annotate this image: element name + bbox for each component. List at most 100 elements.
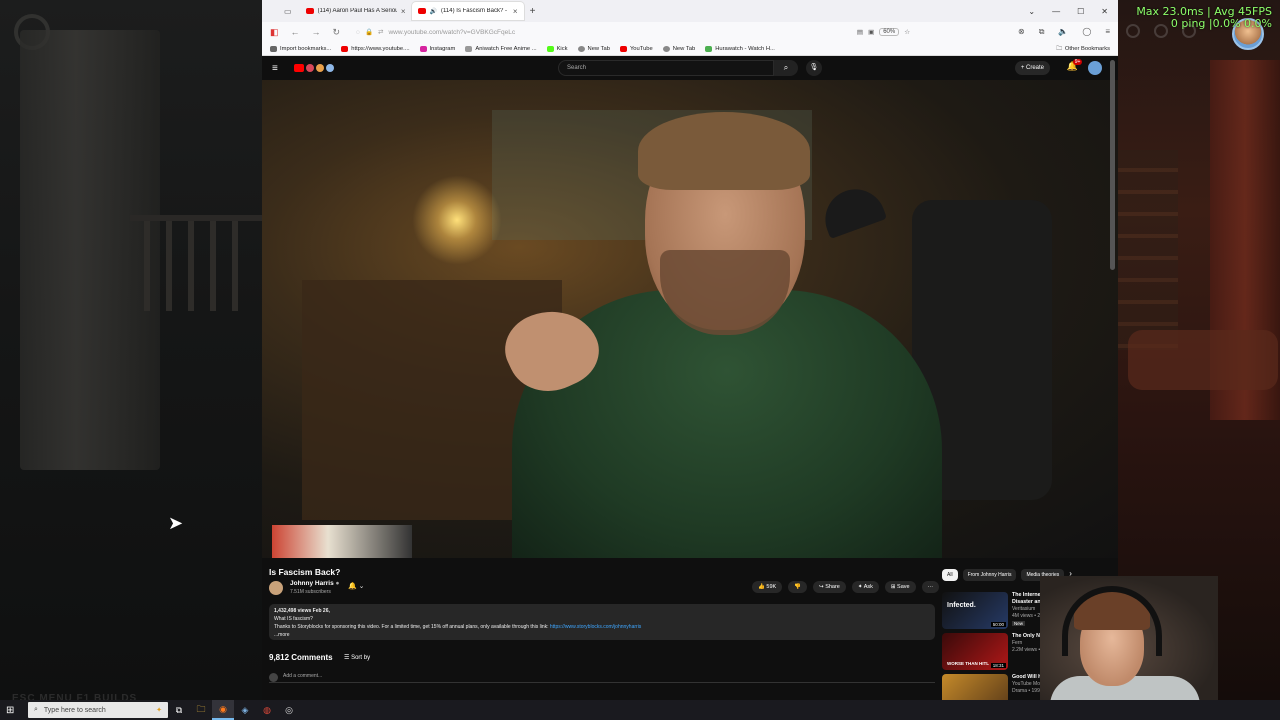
search-input[interactable]: Search: [558, 60, 774, 76]
add-comment-field[interactable]: Add a comment...: [269, 673, 935, 683]
bookmark-youtube-url[interactable]: https://www.youtube....: [341, 45, 410, 52]
video-title: Is Fascism Back?: [269, 567, 341, 577]
channel-avatar[interactable]: [269, 581, 283, 595]
app-menu-icon[interactable]: ≡: [1105, 27, 1110, 37]
tab-close-icon[interactable]: ×: [401, 7, 406, 16]
bookmark-star-icon[interactable]: ☆: [904, 28, 910, 36]
create-button[interactable]: + Create: [1014, 61, 1050, 75]
tab-title: (114) Is Fascism Back? - You: [441, 8, 509, 14]
voice-search-button[interactable]: 🎙: [806, 60, 822, 76]
comment-count: 9,812 Comments: [269, 653, 333, 662]
back-icon[interactable]: ←: [291, 27, 300, 38]
account-avatar[interactable]: [1088, 61, 1102, 75]
other-bookmarks[interactable]: 🗀 Other Bookmarks: [1056, 44, 1110, 54]
new-tab-button[interactable]: +: [530, 6, 536, 17]
task-view-icon[interactable]: ⧉: [168, 700, 190, 720]
lock-icon[interactable]: 🔒: [365, 28, 373, 36]
bookmark-new-tab-2[interactable]: New Tab: [662, 45, 695, 52]
windows-start-icon[interactable]: ⊞: [6, 705, 28, 716]
volume-icon[interactable]: 🔈: [1058, 27, 1068, 37]
reload-icon[interactable]: ↻: [333, 27, 341, 38]
hamburger-menu-icon[interactable]: ≡: [272, 63, 286, 74]
list-all-tabs-icon[interactable]: ⌄: [1028, 7, 1035, 16]
bookmarks-bar: Import bookmarks... https://www.youtube.…: [262, 42, 1118, 56]
bookmark-youtube[interactable]: YouTube: [619, 45, 653, 52]
chip-from-channel[interactable]: From Johnny Harris: [962, 569, 1017, 581]
bookmark-hurawatch[interactable]: Hurawatch - Watch H...: [705, 45, 775, 52]
search-button[interactable]: ⌕: [774, 60, 798, 76]
minimize-button[interactable]: —: [1052, 7, 1060, 16]
notification-badge: 9+: [1072, 59, 1083, 65]
like-button[interactable]: 👍 59K: [752, 581, 783, 593]
stair-railing: [130, 215, 262, 325]
lamp-glow: [412, 175, 502, 265]
file-explorer-icon[interactable]: 🗀: [190, 700, 212, 720]
reader-icon[interactable]: ▤: [857, 28, 863, 36]
adblock-icon[interactable]: ⊗: [1018, 27, 1025, 37]
verified-icon: ●: [335, 580, 340, 587]
presenter-hair: [638, 112, 810, 190]
close-window-button[interactable]: ✕: [1101, 7, 1108, 16]
sidebar-icon[interactable]: ◧: [270, 27, 279, 38]
youtube-favicon-icon: [305, 8, 314, 14]
obs-icon[interactable]: ◎: [278, 700, 300, 720]
share-button[interactable]: ↪ Share: [813, 581, 846, 593]
address-bar-row: ◧ ← → ↻ ◌ 🔒 ⇄ www.youtube.com/watch?v=GV…: [262, 22, 1118, 42]
search-icon: ⌕: [783, 63, 789, 72]
bookmark-instagram[interactable]: Instagram: [419, 45, 455, 52]
thumbs-up-icon: 👍: [758, 584, 765, 590]
extensions-icon[interactable]: ⧉: [1039, 27, 1045, 37]
tab-overview-icon[interactable]: ▭: [284, 7, 292, 16]
video-thumbnail[interactable]: WORSE THAN HITL 18:31: [942, 633, 1008, 670]
sparkle-icon: ✦: [857, 584, 863, 590]
forward-icon[interactable]: →: [312, 27, 321, 38]
bookmark-import[interactable]: Import bookmarks...: [270, 45, 331, 52]
zoom-level[interactable]: 60%: [879, 28, 900, 36]
windows-taskbar: ⊞ ⌕ Type here to search ✦ ⧉ 🗀 ◉ ◈ ◍ ◎: [0, 700, 1280, 720]
speaker-icon[interactable]: 🔊: [430, 8, 437, 15]
dislike-button[interactable]: 👎: [788, 581, 808, 593]
video-player[interactable]: [262, 80, 1118, 558]
microphone-icon: 🎙: [809, 64, 819, 71]
video-thumbnail[interactable]: Infected. 50:00: [942, 592, 1008, 629]
youtube-logo[interactable]: [294, 64, 334, 72]
notifications-button[interactable]: 🔔 9+: [1067, 59, 1083, 72]
sponsor-link[interactable]: https://www.storyblocks.com/johnnyharris: [550, 624, 641, 630]
bookshelf: [1118, 150, 1178, 350]
bookmark-aniwatch[interactable]: Aniwatch Free Anime ...: [465, 45, 537, 52]
presenter: [494, 112, 942, 558]
chevron-down-icon: ⌄: [358, 583, 365, 590]
bookmark-new-tab[interactable]: New Tab: [577, 45, 610, 52]
share-icon: ↪: [819, 584, 824, 590]
bookmark-kick[interactable]: Kick: [546, 45, 568, 52]
show-more-link[interactable]: ...more: [274, 631, 930, 639]
save-button[interactable]: ⊞ Save: [884, 581, 916, 593]
ask-button[interactable]: ✦ Ask: [851, 581, 879, 593]
chrome-icon[interactable]: ◍: [256, 700, 278, 720]
webcam-overlay: [1040, 576, 1218, 706]
profile-icon[interactable]: ◯: [1082, 27, 1091, 37]
subscription-bell-button[interactable]: 🔔 ⌄: [348, 582, 372, 594]
screenshot-icon[interactable]: ▣: [868, 28, 874, 36]
youtube-header: ≡ Search ⌕ 🎙 + Create 🔔 9+: [262, 56, 1118, 80]
tab-bar: ▭ (114) Aaron Paul Has A Serious × 🔊 (11…: [262, 0, 1118, 22]
youtube-favicon-icon: [417, 8, 426, 14]
headphones: [1062, 586, 1162, 656]
chip-all[interactable]: All: [942, 569, 958, 581]
tab-aaron-paul[interactable]: (114) Aaron Paul Has A Serious ×: [300, 2, 412, 20]
firefox-icon[interactable]: ◉: [212, 700, 234, 720]
permissions-icon[interactable]: ⇄: [378, 28, 383, 36]
duration-badge: 50:00: [990, 622, 1006, 627]
sort-comments-button[interactable]: ☰ Sort by: [344, 654, 370, 661]
shield-icon[interactable]: ◌: [356, 29, 360, 36]
description-box[interactable]: 1,432,498 views Feb 26, What IS fascism?…: [269, 604, 935, 640]
taskbar-search-input[interactable]: ⌕ Type here to search ✦: [28, 702, 168, 718]
page-scrollbar[interactable]: [1110, 60, 1115, 270]
url-field[interactable]: ◌ 🔒 ⇄ www.youtube.com/watch?v=GVBKGcFqeL…: [350, 24, 910, 40]
tab-is-fascism-back[interactable]: 🔊 (114) Is Fascism Back? - You ×: [411, 2, 524, 20]
tab-close-icon[interactable]: ×: [513, 7, 518, 16]
maximize-button[interactable]: ☐: [1077, 7, 1084, 16]
channel-name[interactable]: Johnny Harris ●: [290, 580, 339, 587]
steam-icon[interactable]: ◈: [234, 700, 256, 720]
more-actions-button[interactable]: ···: [921, 581, 940, 593]
